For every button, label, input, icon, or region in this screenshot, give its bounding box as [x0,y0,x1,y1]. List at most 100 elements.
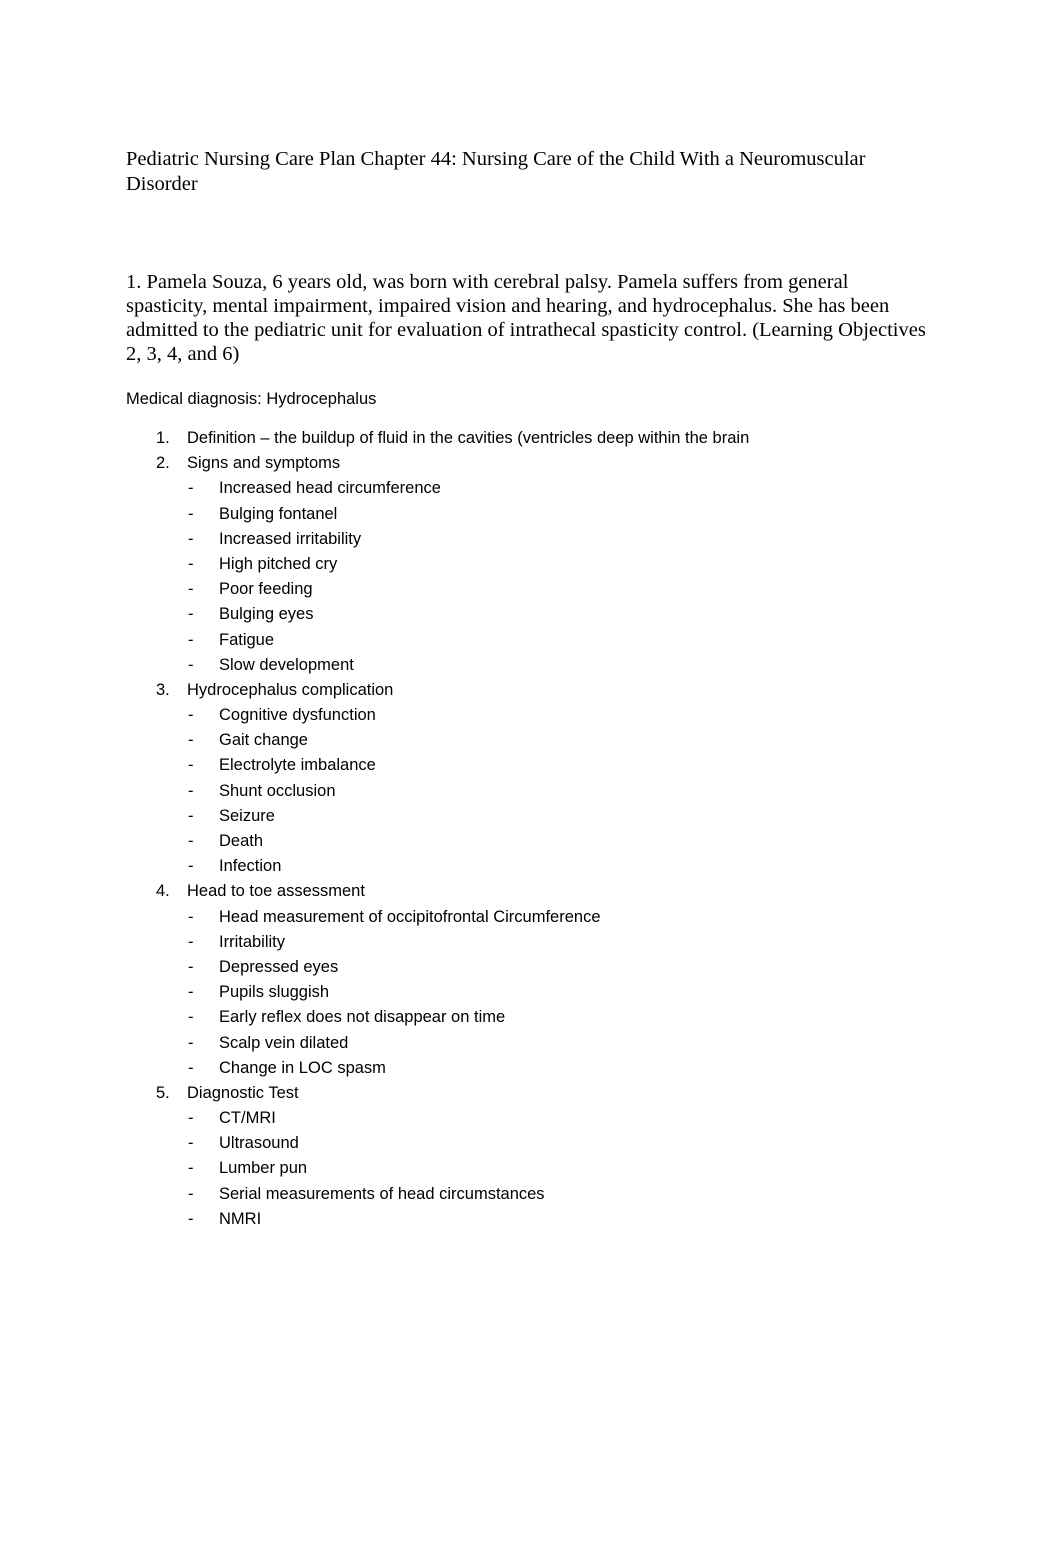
dash-bullet-icon: - [188,554,194,573]
list-item: - Seizure [126,806,926,831]
list-item: - Gait change [126,730,926,755]
list-item: - Pupils sluggish [126,982,926,1007]
section-number: 4. [156,882,170,901]
dash-bullet-icon: - [188,504,194,523]
dash-bullet-icon: - [188,731,194,750]
dash-bullet-icon: - [188,580,194,599]
list-item: - Death [126,831,926,856]
list-item: - Increased head circumference [126,478,926,503]
list-item: - Irritability [126,932,926,957]
list-item-text: Serial measurements of head circumstance… [219,1184,545,1203]
section-label: Definition – the buildup of fluid in the… [187,429,750,447]
list-item-text: Gait change [219,731,308,750]
list-item-text: CT/MRI [219,1109,276,1128]
list-item-text: Depressed eyes [219,957,339,976]
list-item: - Shunt occlusion [126,781,926,806]
list-item-text: Fatigue [219,630,275,649]
outline-section: 5. Diagnostic Test [126,1083,926,1108]
list-item: - Bulging eyes [126,604,926,629]
dash-bullet-icon: - [188,1008,194,1027]
list-item-text: Cognitive dysfunction [219,706,376,725]
dash-bullet-icon: - [188,529,194,548]
document-page: Pediatric Nursing Care Plan Chapter 44: … [0,0,1062,1556]
list-item: - Change in LOC spasm [126,1058,926,1083]
list-item-text: Infection [219,857,282,876]
list-item: - Bulging fontanel [126,504,926,529]
section-number: 2. [156,454,170,473]
dash-bullet-icon: - [188,1209,194,1228]
dash-bullet-icon: - [188,857,194,876]
list-item-text: Electrolyte imbalance [219,756,376,775]
list-item: - Lumber pun [126,1158,926,1183]
dash-bullet-icon: - [188,655,194,674]
care-plan-outline: 1. Definition – the buildup of fluid in t… [126,428,926,1234]
dash-bullet-icon: - [188,932,194,951]
list-item-text: Shunt occlusion [219,781,336,800]
list-item-text: Lumber pun [219,1159,308,1178]
list-item-text: Increased head circumference [219,479,441,498]
outline-section: 1. Definition – the buildup of fluid in t… [126,428,926,453]
list-item: - Increased irritability [126,529,926,554]
outline-section: 2. Signs and symptoms [126,453,926,478]
list-item: - High pitched cry [126,554,926,579]
dash-bullet-icon: - [188,957,194,976]
section-label: Signs and symptoms [187,454,341,473]
list-item: - CT/MRI [126,1108,926,1133]
list-item: - Poor feeding [126,579,926,604]
list-item: - Fatigue [126,630,926,655]
list-item-text: Seizure [219,806,275,825]
outline-section: 4. Head to toe assessment [126,881,926,906]
dash-bullet-icon: - [188,1159,194,1178]
dash-bullet-icon: - [188,1033,194,1052]
list-item: - Infection [126,856,926,881]
list-item-text: Slow development [219,655,354,674]
list-item: - Early reflex does not disappear on time [126,1007,926,1032]
dash-bullet-icon: - [188,781,194,800]
dash-bullet-icon: - [188,706,194,725]
list-item-text: NMRI [219,1209,262,1228]
list-item-text: Poor feeding [219,580,313,599]
dash-bullet-icon: - [188,1184,194,1203]
list-item: - Depressed eyes [126,957,926,982]
list-item: - Slow development [126,655,926,680]
section-label: Diagnostic Test [187,1083,299,1102]
list-item: - Electrolyte imbalance [126,755,926,780]
dash-bullet-icon: - [188,605,194,624]
list-item-text: Bulging eyes [219,605,314,624]
dash-bullet-icon: - [188,756,194,775]
dash-bullet-icon: - [188,1058,194,1077]
section-number: 1. [156,429,170,447]
list-item: - Head measurement of occipitofrontal Cir… [126,907,926,932]
list-item: - Cognitive dysfunction [126,705,926,730]
list-item-text: Ultrasound [219,1134,299,1153]
document-title: Pediatric Nursing Care Plan Chapter 44: … [126,148,866,195]
list-item-text: Change in LOC spasm [219,1058,386,1077]
list-item-text: High pitched cry [219,554,338,573]
dash-bullet-icon: - [188,983,194,1002]
list-item: - NMRI [126,1209,926,1234]
list-item-text: Increased irritability [219,529,362,548]
medical-diagnosis: Medical diagnosis: Hydrocephalus [126,390,377,408]
dash-bullet-icon: - [188,806,194,825]
dash-bullet-icon: - [188,832,194,850]
section-number: 3. [156,680,170,699]
list-item-text: Irritability [219,932,286,951]
dash-bullet-icon: - [188,1134,194,1153]
dash-bullet-icon: - [188,630,194,649]
list-item-text: Death [219,832,264,850]
section-label: Head to toe assessment [187,882,365,901]
list-item: - Ultrasound [126,1133,926,1158]
list-item-text: Pupils sluggish [219,983,330,1002]
dash-bullet-icon: - [188,907,194,926]
list-item-text: Head measurement of occipitofrontal Circ… [219,907,601,926]
list-item: - Serial measurements of head circumstanc… [126,1184,926,1209]
outline-section: 3. Hydrocephalus complication [126,680,926,705]
list-item: - Scalp vein dilated [126,1033,926,1058]
case-question: 1. Pamela Souza, 6 years old, was born w… [126,271,926,365]
dash-bullet-icon: - [188,479,194,498]
list-item-text: Scalp vein dilated [219,1033,349,1052]
list-item-text: Early reflex does not disappear on time [219,1008,506,1027]
list-item-text: Bulging fontanel [219,504,338,523]
section-number: 5. [156,1083,170,1102]
section-label: Hydrocephalus complication [187,680,394,699]
